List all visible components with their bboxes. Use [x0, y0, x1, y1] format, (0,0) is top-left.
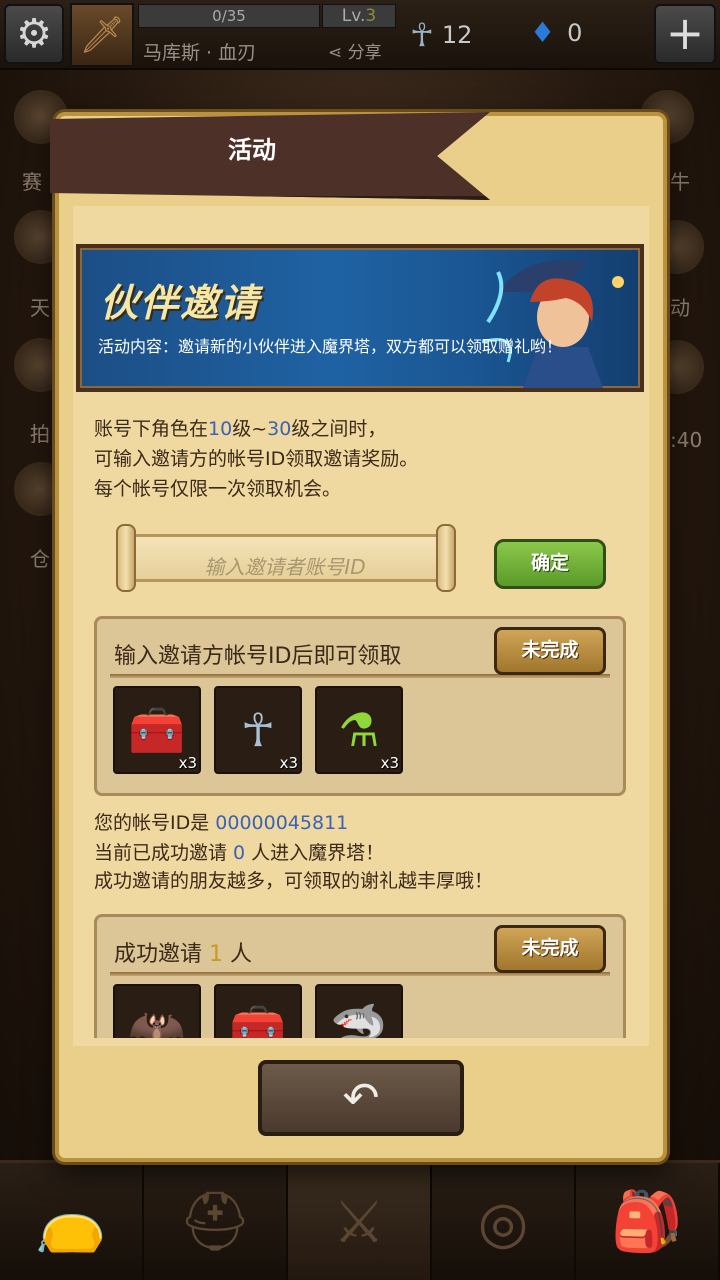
invite-count-suffix: 人进入魔界塔！ [245, 842, 385, 864]
rule-line-2: 可输入邀请方的帐号ID领取邀请奖励。 [94, 448, 419, 470]
level-prefix: Lv. [341, 6, 366, 26]
reward-1-item-chest[interactable]: 🧰 x3 [113, 686, 201, 774]
rule-1c: 级~ [232, 418, 268, 440]
rule-max-level: 30 [267, 418, 292, 440]
green-potion-icon: ⚗ [338, 703, 380, 757]
reward-2-title-a: 成功邀请 [114, 942, 209, 967]
gem-resource: ♦ 0 [530, 16, 582, 49]
ankh-count: 12 [441, 21, 473, 49]
banner-description: 活动内容：邀请新的小伙伴进入魔界塔，双方都可以领取赠礼哟！ [98, 337, 563, 356]
level-badge: Lv.3 [322, 4, 396, 28]
treasure-chest-icon: 🧰 [128, 702, 186, 757]
reward-2-status-button[interactable]: 未完成 [494, 925, 606, 973]
side-label-left-3: 拍 [30, 422, 50, 446]
nav-helmet-icon[interactable]: ⛑ [144, 1163, 288, 1280]
nav-crossed-swords-icon[interactable]: ⚔ [288, 1163, 432, 1280]
share-icon: ⋖ [328, 43, 343, 63]
invite-count-line: 当前已成功邀请 0 人进入魔界塔！ [94, 838, 384, 865]
invite-count-label: 当前已成功邀请 [94, 842, 234, 864]
xp-bar: 0/35 [138, 4, 320, 28]
banner-title: 伙伴邀请 [100, 281, 261, 325]
rule-1a: 账号下角色在 [94, 418, 209, 440]
bottom-nav: 👝 ⛑ ⚔ ◎ 🎒 [0, 1160, 720, 1280]
nav-target-icon[interactable]: ◎ [432, 1163, 576, 1280]
share-label: 分享 [347, 43, 382, 63]
level-number: 3 [365, 6, 377, 26]
purple-bat-icon: 🦇 [128, 1000, 186, 1039]
reward-2-title: 成功邀请 1 人 [114, 936, 252, 968]
reward-2-item-bat[interactable]: 🦇 [113, 984, 201, 1038]
settings-gear-icon[interactable]: ⚙ [4, 4, 64, 64]
witch-character-art [481, 260, 624, 388]
item-count: x3 [178, 754, 197, 772]
side-label-right-2: 动 [670, 296, 690, 320]
side-label-right-1: 牛 [670, 170, 690, 194]
invite-count-value: 0 [233, 842, 246, 864]
reward-1-title: 输入邀请方帐号ID后即可领取 [114, 644, 402, 669]
panel-title: 活动 [228, 136, 276, 164]
item-count: x3 [380, 754, 399, 772]
add-currency-button[interactable]: + [654, 4, 716, 64]
side-label-left-2: 天 [30, 296, 50, 320]
reward-2-title-c: 人 [223, 942, 252, 967]
side-timer: :40 [670, 428, 703, 452]
ankh-icon: ☥ [240, 703, 276, 757]
side-label-left-1: 赛 [22, 170, 42, 194]
treasure-chest-icon: 🧰 [229, 1000, 287, 1039]
account-id-value: 00000045811 [215, 812, 349, 834]
inviter-id-placeholder: 输入邀请者账号ID [204, 555, 366, 579]
reward-2-count: 1 [209, 942, 223, 967]
nav-backpack-icon[interactable]: 🎒 [576, 1163, 720, 1280]
invite-hint-line: 成功邀请的朋友越多，可领取的谢礼越丰厚哦！ [94, 870, 494, 892]
rule-line-1: 账号下角色在10级~30级之间时， [94, 414, 386, 441]
reward-1-status-button[interactable]: 未完成 [494, 627, 606, 675]
reward-1-item-ankh[interactable]: ☥ x3 [214, 686, 302, 774]
item-count: x3 [279, 754, 298, 772]
ankh-resource: ☥ 12 [410, 16, 472, 54]
hero-name: 马库斯 · 血刃 [143, 42, 257, 64]
back-button[interactable]: ↶ [258, 1060, 464, 1136]
share-button[interactable]: ⋖ 分享 [328, 38, 382, 63]
hero-portrait[interactable]: 🗡 [70, 3, 134, 67]
nav-treasure-bag-icon[interactable]: 👝 [0, 1163, 144, 1280]
side-label-left-4: 仓 [30, 547, 50, 571]
confirm-button[interactable]: 确定 [494, 539, 606, 589]
rule-1e: 级之间时， [291, 418, 387, 440]
back-arrow-icon: ↶ [342, 1072, 380, 1124]
reward-2-item-shark[interactable]: 🦈 [315, 984, 403, 1038]
reward-1-item-potion[interactable]: ⚗ x3 [315, 686, 403, 774]
reward-2-clip: 成功邀请 1 人 未完成 🦇 🧰 🦈 [90, 910, 630, 1038]
rule-min-level: 10 [208, 418, 233, 440]
ankh-icon: ☥ [410, 16, 434, 54]
account-id-label: 您的帐号ID是 [94, 812, 216, 834]
account-id-line: 您的帐号ID是 00000045811 [94, 808, 348, 835]
gem-count: 0 [567, 18, 583, 47]
diamond-icon: ♦ [530, 16, 556, 49]
top-bar: ⚙ 🗡 0/35 Lv.3 马库斯 · 血刃 ⋖ 分享 ☥ 12 ♦ 0 + [0, 0, 720, 70]
shark-pet-icon: 🦈 [330, 1000, 388, 1039]
rule-line-3: 每个帐号仅限一次领取机会。 [94, 478, 342, 500]
reward-2-item-chest[interactable]: 🧰 [214, 984, 302, 1038]
